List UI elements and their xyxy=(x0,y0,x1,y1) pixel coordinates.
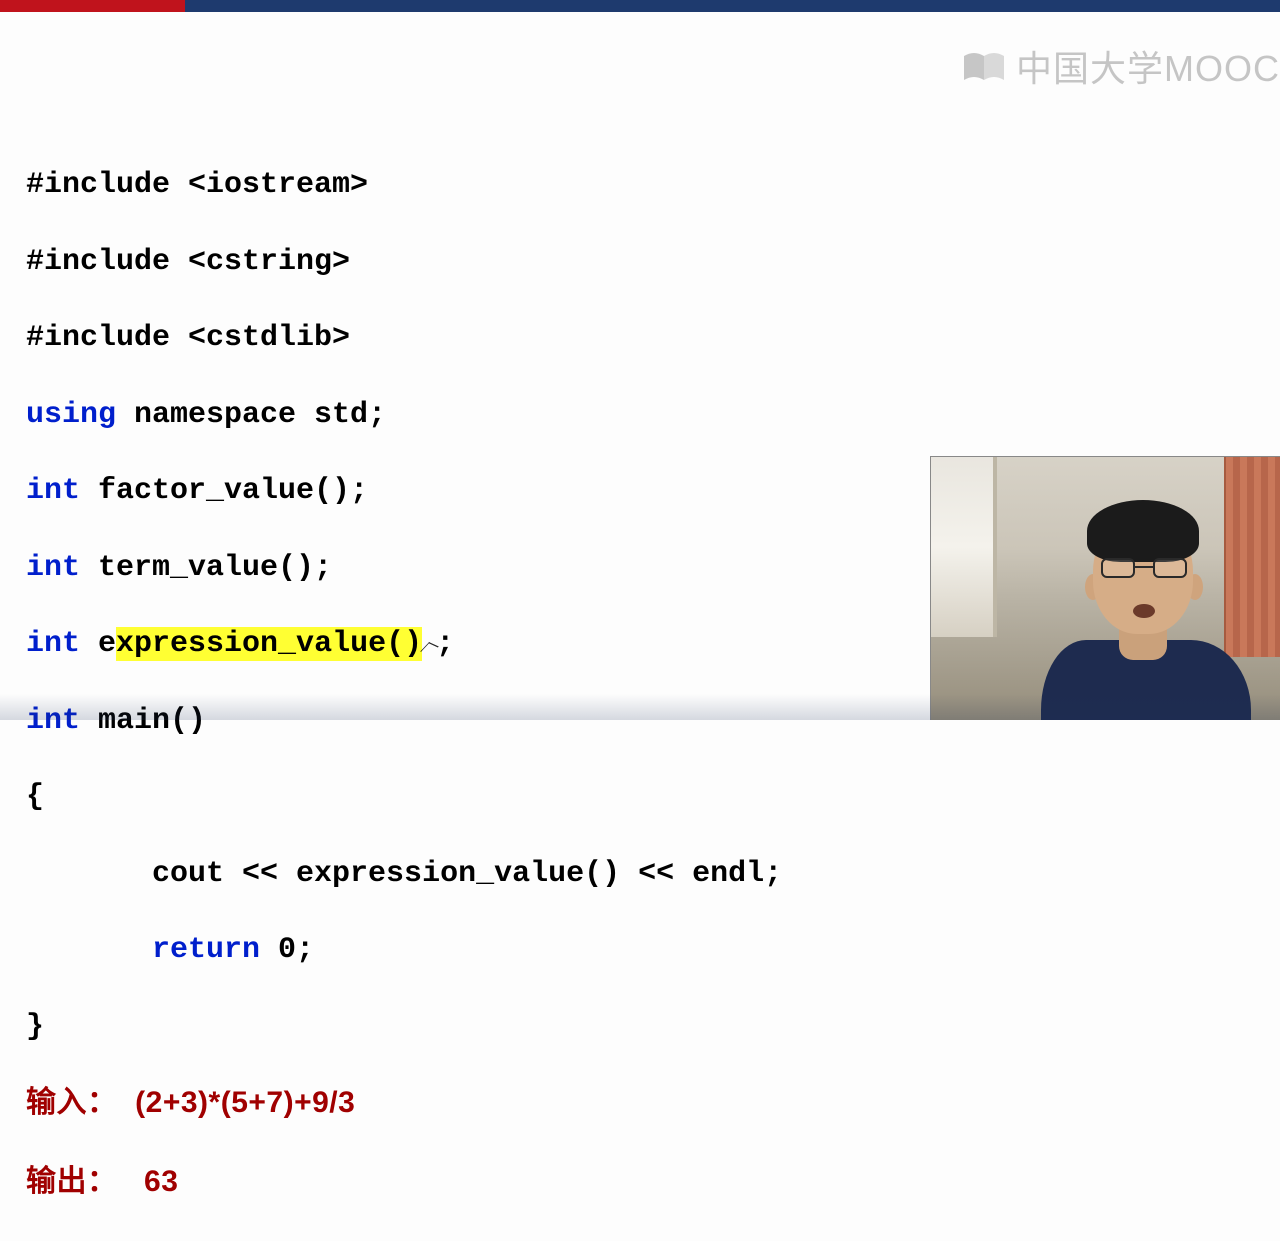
code-text: term_value(); xyxy=(80,551,332,585)
code-line: #include <cstring> xyxy=(26,243,1280,281)
io-line-output: 输出： 63 xyxy=(26,1163,1280,1203)
code-text: e xyxy=(80,627,116,661)
io-line-input: 输入： (2+3)*(5+7)+9/3 xyxy=(26,1084,1280,1124)
top-bar-progress xyxy=(0,0,185,12)
input-value: (2+3)*(5+7)+9/3 xyxy=(135,1086,355,1119)
keyword-int: int xyxy=(26,704,80,738)
code-text: main() xyxy=(80,704,206,738)
code-text: #include <cstdlib> xyxy=(26,321,350,355)
code-line: } xyxy=(26,1008,1280,1046)
output-label: 输出： xyxy=(26,1165,144,1198)
code-text: #include <iostream> xyxy=(26,168,368,202)
top-bar xyxy=(0,0,1280,12)
code-text: namespace std; xyxy=(116,398,386,432)
code-text: } xyxy=(26,1010,44,1044)
keyword-using: using xyxy=(26,398,116,432)
highlighted-function: xpression_value() xyxy=(116,627,422,661)
glasses-icon xyxy=(1101,558,1187,580)
presenter-figure xyxy=(1021,500,1251,720)
code-text: factor_value(); xyxy=(80,474,368,508)
keyword-return: return xyxy=(26,933,260,967)
code-line: #include <iostream> xyxy=(26,166,1280,204)
keyword-int: int xyxy=(26,627,80,661)
code-text: 0; xyxy=(260,933,314,967)
presenter-webcam xyxy=(930,456,1280,720)
code-text: #include <cstring> xyxy=(26,245,350,279)
code-line: #include <cstdlib> xyxy=(26,319,1280,357)
code-text: { xyxy=(26,780,44,814)
output-value: 63 xyxy=(144,1165,178,1198)
code-line: using namespace std; xyxy=(26,396,1280,434)
input-label: 输入： xyxy=(26,1086,135,1119)
code-text: cout << expression_value() << endl; xyxy=(26,857,782,891)
webcam-window xyxy=(931,457,997,637)
mouse-cursor-icon xyxy=(422,634,436,654)
book-icon xyxy=(962,50,1006,82)
code-line: { xyxy=(26,778,1280,816)
code-line: cout << expression_value() << endl; xyxy=(26,855,1280,893)
watermark-text: 中国大学MOOC xyxy=(1016,40,1280,92)
code-line: return 0; xyxy=(26,931,1280,969)
keyword-int: int xyxy=(26,551,80,585)
keyword-int: int xyxy=(26,474,80,508)
watermark: 中国大学MOOC xyxy=(962,40,1280,92)
code-text: ; xyxy=(436,627,454,661)
